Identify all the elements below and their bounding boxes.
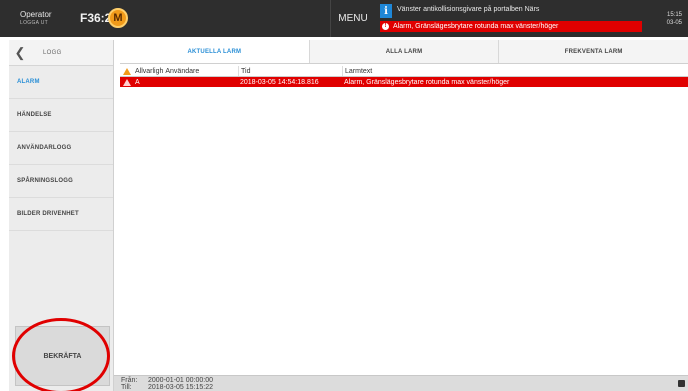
column-header[interactable]: Allvarligh Användare: [134, 66, 238, 76]
brand-logo: M: [108, 8, 128, 28]
table-row[interactable]: A 2018-03-05 14:54:18.816 Alarm, Gränslä…: [120, 77, 688, 87]
chevron-left-icon[interactable]: ❮: [9, 45, 31, 61]
warning-icon: [120, 66, 134, 76]
clock-date: 03-05: [666, 20, 682, 26]
tab-aktuella-larm[interactable]: AKTUELLA LARM: [120, 40, 309, 63]
column-header-time[interactable]: Tid: [238, 66, 342, 76]
tab-frekventa-larm[interactable]: FREKVENTA LARM: [498, 40, 688, 63]
alarm-notice-panel[interactable]: i Vänster antikollisionsgivare på portal…: [376, 0, 644, 37]
date-range-bar[interactable]: Från: Till: 2000-01-01 00:00:00 2018-03-…: [114, 375, 688, 391]
sidebar: ❮ LOGG ALARM HÄNDELSE ANVÄNDARLOGG SPÅRN…: [9, 40, 114, 391]
confirm-button[interactable]: BEKRÄFTA: [15, 326, 110, 386]
sidebar-item-alarm[interactable]: ALARM: [9, 66, 113, 99]
text-cell: Alarm, Gränslägesbrytare rotunda max vän…: [344, 78, 510, 86]
column-header-text[interactable]: Larmtext: [342, 66, 688, 76]
sidebar-header: ❮ LOGG: [9, 40, 113, 66]
operator-label: Operator: [20, 10, 52, 19]
info-icon: i: [380, 4, 392, 18]
alarm-message: Alarm, Gränslägesbrytare rotunda max vän…: [393, 23, 559, 30]
resize-icon[interactable]: [678, 380, 685, 387]
alarm-table: Allvarligh Användare Tid Larmtext A 2018…: [120, 66, 688, 87]
from-label: Från:: [121, 377, 138, 384]
time-cell: 2018-03-05 14:54:18.816: [240, 78, 319, 86]
from-value: 2000-01-01 00:00:00: [148, 377, 213, 384]
clock: 15:15 03-05: [658, 11, 682, 27]
sidebar-item-handelse[interactable]: HÄNDELSE: [9, 99, 113, 132]
clock-time: 15:15: [666, 12, 682, 18]
sidebar-item-bilder-drivenhet[interactable]: BILDER DRIVENHET: [9, 198, 113, 231]
alarm-banner[interactable]: ! Alarm, Gränslägesbrytare rotunda max v…: [380, 21, 642, 32]
alarm-icon: !: [382, 23, 389, 30]
table-header: Allvarligh Användare Tid Larmtext: [120, 66, 688, 77]
tab-alla-larm[interactable]: ALLA LARM: [308, 40, 499, 63]
date-range-values: 2000-01-01 00:00:00 2018-03-05 15:15:22: [148, 377, 213, 391]
severity-cell: A: [135, 78, 140, 86]
to-label: Till:: [121, 384, 132, 391]
machine-id: F36:2: [80, 11, 112, 25]
date-range-labels: Från: Till:: [121, 377, 137, 391]
operator-button[interactable]: Operator LOGGA UT: [20, 10, 52, 28]
sidebar-item-anvandarlogg[interactable]: ANVÄNDARLOGG: [9, 132, 113, 165]
warning-icon: [120, 77, 134, 87]
to-value: 2018-03-05 15:15:22: [148, 384, 213, 391]
tab-bar: AKTUELLA LARM ALLA LARM FREKVENTA LARM: [120, 40, 688, 64]
column-header-user: Användare: [165, 67, 200, 75]
logout-label: LOGGA UT: [20, 20, 48, 26]
info-message: Vänster antikollisionsgivare på portalbe…: [397, 6, 540, 13]
top-bar: Operator LOGGA UT F36:2 M MENU i Vänster…: [0, 0, 688, 37]
sidebar-title: LOGG: [43, 49, 62, 56]
sidebar-item-sparningslogg[interactable]: SPÅRNINGSLOGG: [9, 165, 113, 198]
column-header-severity: Allvarligh: [135, 67, 164, 75]
menu-button[interactable]: MENU: [330, 0, 375, 37]
